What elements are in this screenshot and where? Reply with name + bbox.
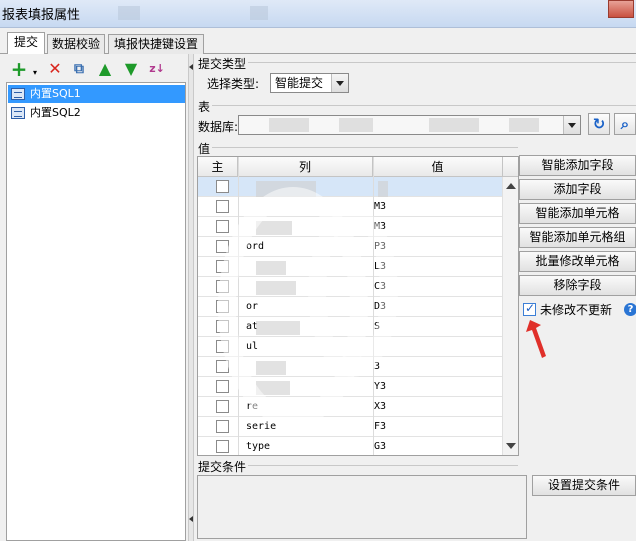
- group-divider: [198, 105, 636, 106]
- values-table-header: 主 列 值: [198, 157, 518, 177]
- refresh-icon[interactable]: ↻: [588, 113, 610, 135]
- blurred-title-area: [250, 6, 268, 20]
- database-label: 数据库:: [198, 120, 239, 134]
- tree-item-sql1[interactable]: 内置SQL1: [8, 85, 185, 103]
- value-cell[interactable]: M3: [374, 197, 386, 217]
- column-header-key[interactable]: 主: [198, 157, 238, 177]
- no-update-checkbox[interactable]: [523, 301, 536, 316]
- tab-bar: 提交 数据校验 填报快捷键设置: [0, 28, 636, 55]
- database-icon: [11, 107, 25, 119]
- submit-condition-group-label: 提交条件: [198, 458, 249, 475]
- smart-add-field-button[interactable]: 智能添加字段: [519, 155, 636, 176]
- values-table: 主 列 值 M3 M3 ord P3 L3 C3 or D3 at Sul 3 Y3 re X3 serie…: [197, 156, 519, 456]
- row-key-checkbox[interactable]: [216, 400, 229, 413]
- tree-item-sql2[interactable]: 内置SQL2: [8, 104, 185, 122]
- blurred-database-name: [339, 118, 373, 132]
- window-title: 报表填报属性: [2, 8, 81, 23]
- watermark: [308, 207, 398, 377]
- value-cell[interactable]: Y3: [374, 377, 386, 397]
- submit-type-value: 智能提交: [275, 76, 324, 90]
- set-submit-condition-button[interactable]: 设置提交条件: [532, 475, 636, 496]
- table-group-label: 表: [198, 98, 213, 115]
- left-panel: + ▾ ✕ ⧉ ▲ ▼ z↓ 内置SQL1 内置SQL2: [0, 54, 188, 541]
- delete-icon[interactable]: ✕: [46, 60, 64, 78]
- smart-add-cell-button[interactable]: 智能添加单元格: [519, 203, 636, 224]
- tab-label: 提交: [13, 35, 38, 49]
- submit-type-label: 选择类型:: [207, 77, 260, 91]
- right-panel: 提交类型 选择类型: 智能提交 表 数据库: ↻ ⌕ 值 主 列 值 M3 M3 o…: [194, 54, 636, 541]
- tree-item-label: 内置SQL2: [30, 106, 81, 119]
- red-arrow-annotation-icon: [526, 320, 546, 358]
- batch-edit-cells-button[interactable]: 批量修改单元格: [519, 251, 636, 272]
- chevron-down-icon[interactable]: [331, 74, 348, 92]
- row-key-checkbox[interactable]: [216, 220, 229, 233]
- sql-tree: 内置SQL1 内置SQL2: [6, 82, 186, 541]
- column-header-column[interactable]: 列: [238, 157, 373, 177]
- tree-item-label: 内置SQL1: [30, 87, 81, 100]
- collapse-arrow-icon[interactable]: [189, 516, 193, 522]
- tab-label: 数据校验: [51, 37, 100, 51]
- move-down-icon[interactable]: ▼: [122, 60, 140, 78]
- scroll-up-icon[interactable]: [506, 183, 516, 189]
- row-key-checkbox[interactable]: [216, 420, 229, 433]
- vertical-scrollbar[interactable]: [502, 177, 518, 455]
- blurred-database-name: [269, 118, 309, 132]
- blurred-cell: [378, 181, 388, 197]
- title-bar: 报表填报属性: [0, 0, 636, 28]
- submit-type-group-label: 提交类型: [198, 55, 249, 72]
- tab-submit[interactable]: 提交: [7, 32, 45, 55]
- table-row[interactable]: [198, 177, 504, 197]
- table-row[interactable]: serie F3: [198, 417, 504, 437]
- value-cell[interactable]: G3: [374, 437, 386, 455]
- remove-field-button[interactable]: 移除字段: [519, 275, 636, 296]
- submit-condition-area: [197, 475, 527, 539]
- tree-toolbar: + ▾ ✕ ⧉ ▲ ▼ z↓: [6, 58, 186, 82]
- values-group-label: 值: [198, 140, 213, 157]
- help-icon[interactable]: ?: [624, 303, 636, 316]
- blurred-database-name: [509, 118, 539, 132]
- group-divider: [198, 62, 636, 63]
- column-header-value[interactable]: 值: [373, 157, 503, 177]
- smart-add-cell-group-button[interactable]: 智能添加单元格组: [519, 227, 636, 248]
- row-key-checkbox[interactable]: [216, 200, 229, 213]
- chevron-down-icon[interactable]: ▾: [26, 64, 44, 82]
- tab-shortcut-settings[interactable]: 填报快捷键设置: [108, 34, 204, 54]
- sort-icon[interactable]: z↓: [148, 60, 166, 78]
- preview-icon[interactable]: ⌕: [614, 113, 636, 135]
- scroll-down-icon[interactable]: [506, 443, 516, 449]
- no-update-label: 未修改不更新: [540, 303, 613, 317]
- group-divider: [198, 147, 518, 148]
- close-window-button[interactable]: [608, 0, 634, 18]
- add-field-button[interactable]: 添加字段: [519, 179, 636, 200]
- value-cell[interactable]: X3: [374, 397, 386, 417]
- value-cell[interactable]: F3: [374, 417, 386, 437]
- tab-label: 填报快捷键设置: [113, 37, 198, 51]
- collapse-arrow-icon[interactable]: [189, 64, 193, 70]
- copy-icon[interactable]: ⧉: [70, 60, 88, 78]
- row-key-checkbox[interactable]: [216, 380, 229, 393]
- blurred-title-area: [118, 6, 140, 20]
- blurred-database-name: [429, 118, 479, 132]
- table-row[interactable]: re X3: [198, 397, 504, 417]
- row-key-checkbox[interactable]: [216, 440, 229, 453]
- database-icon: [11, 88, 25, 100]
- row-key-checkbox[interactable]: [216, 180, 229, 193]
- tab-data-validation[interactable]: 数据校验: [47, 34, 105, 54]
- database-select[interactable]: [238, 115, 581, 135]
- submit-type-select[interactable]: 智能提交: [270, 73, 349, 93]
- move-up-icon[interactable]: ▲: [96, 60, 114, 78]
- chevron-down-icon[interactable]: [563, 116, 580, 134]
- table-row[interactable]: type G3: [198, 437, 504, 455]
- column-cell[interactable]: type: [246, 437, 270, 455]
